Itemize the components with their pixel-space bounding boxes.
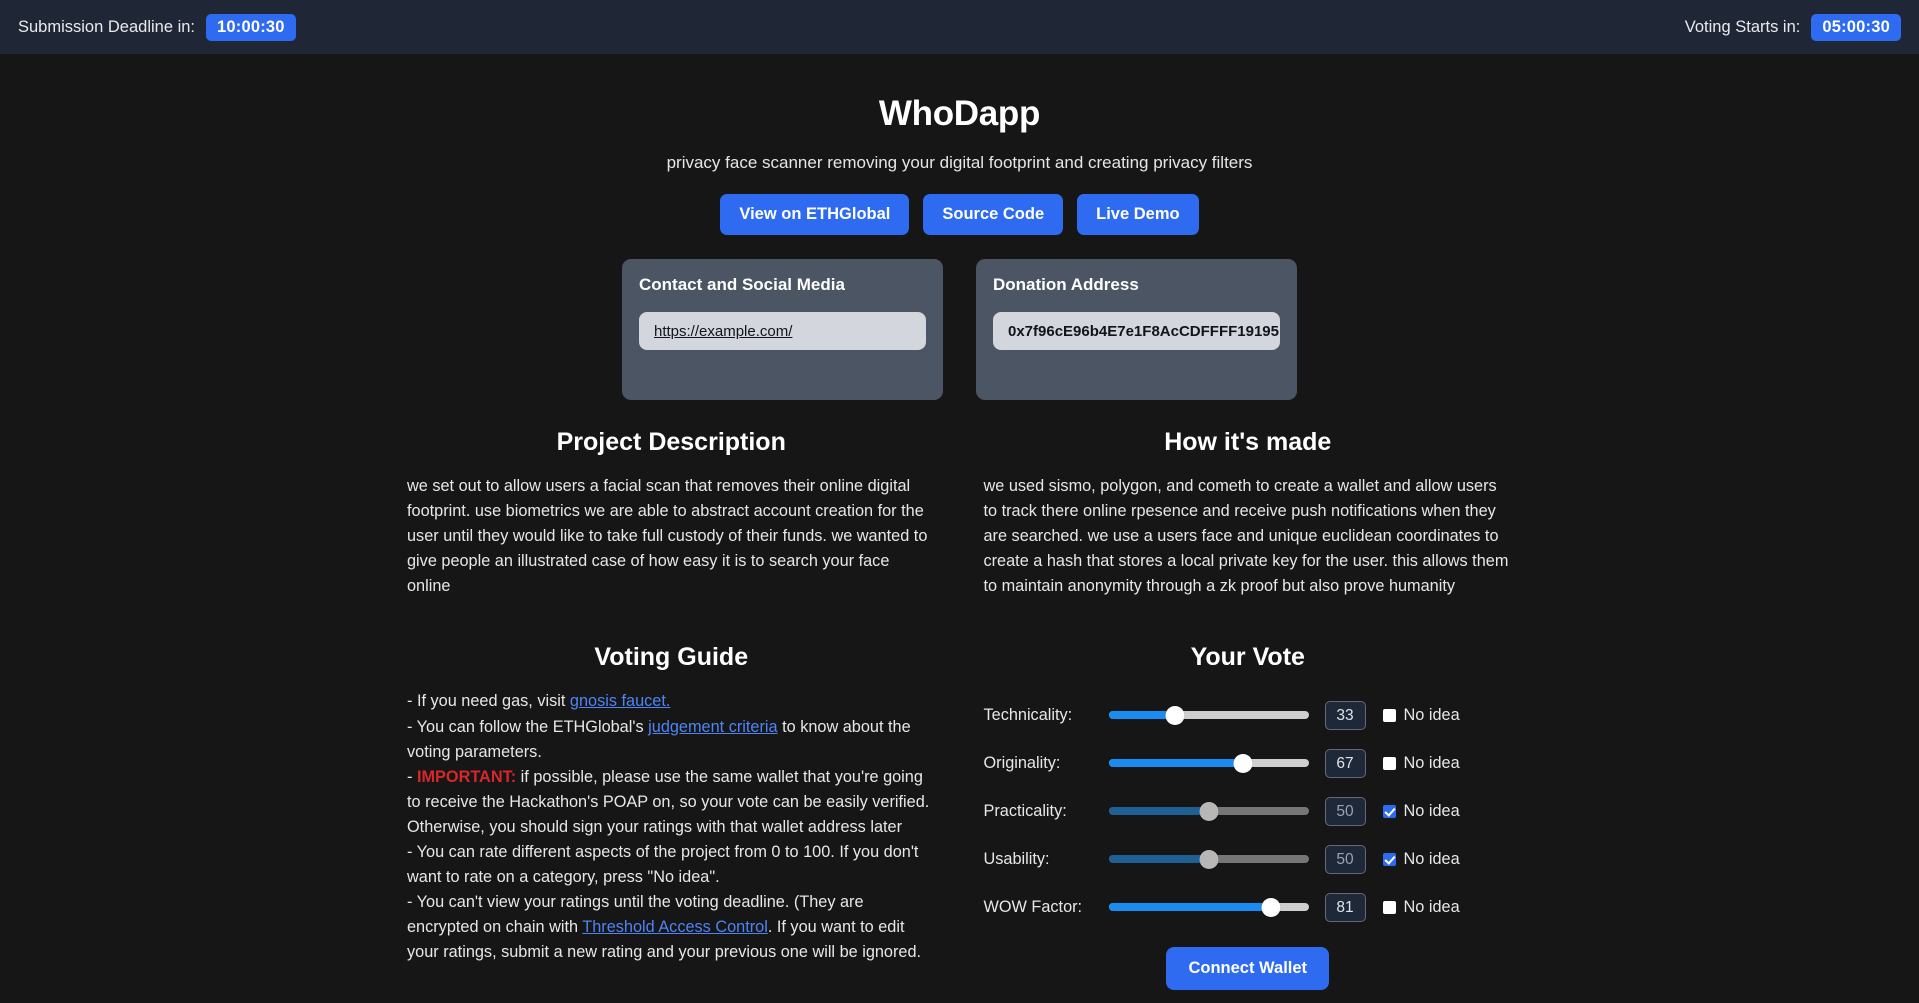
voting-guide-body: - If you need gas, visit gnosis faucet. … xyxy=(407,689,936,990)
guide-line2-pre: - You can follow the ETHGlobal's xyxy=(407,717,649,736)
voting-start-label: Voting Starts in: xyxy=(1684,17,1801,36)
donation-address-value: 0x7f96cE96b4E7e1F8AcCDFFFF19195… xyxy=(1008,322,1280,340)
vote-row: Usability: 50 No idea xyxy=(984,835,1513,883)
connect-wallet-button[interactable]: Connect Wallet xyxy=(1166,947,1330,991)
main-content: Project Description How it's made we set… xyxy=(407,400,1513,991)
slider-fill xyxy=(1108,855,1209,864)
slider-fill xyxy=(1108,759,1243,768)
how-its-made-body: we used sismo, polygon, and cometh to cr… xyxy=(983,477,1509,596)
slider-thumb[interactable] xyxy=(1199,849,1218,869)
vote-value-input[interactable]: 50 xyxy=(1324,796,1366,826)
gnosis-faucet-link[interactable]: gnosis faucet. xyxy=(570,692,670,710)
hero-button-row: View on ETHGlobal Source Code Live Demo xyxy=(0,194,1919,235)
vote-row: Technicality: 33 No idea xyxy=(984,691,1513,739)
no-idea-checkbox-group[interactable]: No idea xyxy=(1382,705,1460,725)
vote-slider-list: Technicality: 33 No idea Originality: 67 No i… xyxy=(984,691,1513,931)
no-idea-checkbox-group[interactable]: No idea xyxy=(1382,801,1460,821)
page-title: WhoDapp xyxy=(878,94,1041,133)
important-tag: IMPORTANT: xyxy=(416,767,517,786)
vote-category-label: Practicality: xyxy=(983,801,1067,820)
donation-address-field[interactable]: 0x7f96cE96b4E7e1F8AcCDFFFF19195… xyxy=(993,312,1280,350)
guide-line-gas: - If you need gas, visit gnosis faucet. xyxy=(407,689,936,714)
vote-slider[interactable] xyxy=(1108,753,1309,773)
guide-line-encryption: - You can't view your ratings until the … xyxy=(407,890,936,965)
submission-deadline-timer: 10:00:30 xyxy=(206,13,296,41)
donation-card: Donation Address 0x7f96cE96b4E7e1F8AcCDF… xyxy=(976,259,1297,400)
vote-slider[interactable] xyxy=(1108,801,1309,821)
no-idea-checkbox[interactable] xyxy=(1382,756,1396,770)
vote-value-input[interactable]: 81 xyxy=(1324,892,1366,922)
vote-value-input[interactable]: 50 xyxy=(1324,844,1366,874)
hero-section: WhoDapp privacy face scanner removing yo… xyxy=(0,54,1919,235)
guide-line1-pre: - If you need gas, visit xyxy=(407,692,570,711)
no-idea-checkbox[interactable] xyxy=(1382,804,1396,818)
no-idea-checkbox-group[interactable]: No idea xyxy=(1382,897,1460,917)
slider-thumb[interactable] xyxy=(1261,897,1280,917)
no-idea-checkbox[interactable] xyxy=(1382,708,1396,722)
guide-line3-dash: - xyxy=(407,767,417,786)
slider-fill xyxy=(1108,903,1271,912)
contact-card: Contact and Social Media https://example… xyxy=(622,259,943,400)
no-idea-checkbox[interactable] xyxy=(1382,900,1396,914)
project-description-heading: Project Description xyxy=(556,428,786,456)
source-code-button[interactable]: Source Code xyxy=(923,194,1064,235)
vote-row: Practicality: 50 No idea xyxy=(984,787,1513,835)
no-idea-label: No idea xyxy=(1403,705,1460,724)
project-description-body: we set out to allow users a facial scan … xyxy=(407,477,928,596)
slider-thumb[interactable] xyxy=(1165,705,1184,725)
voting-guide-heading: Voting Guide xyxy=(594,643,749,672)
your-vote-heading: Your Vote xyxy=(1190,643,1305,672)
vote-row: Originality: 67 No idea xyxy=(984,739,1513,787)
voting-start-group: Voting Starts in: 05:00:30 xyxy=(1684,13,1901,41)
no-idea-label: No idea xyxy=(1403,801,1460,820)
slider-thumb[interactable] xyxy=(1199,801,1218,821)
slider-thumb[interactable] xyxy=(1233,753,1252,773)
vote-slider[interactable] xyxy=(1108,849,1309,869)
live-demo-button[interactable]: Live Demo xyxy=(1077,194,1199,235)
vote-category-label: WOW Factor: xyxy=(983,897,1083,916)
no-idea-label: No idea xyxy=(1403,897,1460,916)
guide-line-important: - IMPORTANT: if possible, please use the… xyxy=(407,765,936,840)
vote-slider[interactable] xyxy=(1108,705,1309,725)
your-vote-panel: Technicality: 33 No idea Originality: 67 No i… xyxy=(984,689,1513,991)
vote-value-input[interactable]: 33 xyxy=(1324,700,1366,730)
how-its-made-heading: How it's made xyxy=(1164,428,1332,456)
slider-fill xyxy=(1108,807,1209,816)
submission-deadline-label: Submission Deadline in: xyxy=(18,17,196,36)
contact-link-field[interactable]: https://example.com/ xyxy=(639,312,926,350)
donation-card-title: Donation Address xyxy=(993,275,1139,294)
connect-wallet-row: Connect Wallet xyxy=(984,947,1513,991)
voting-start-timer: 05:00:30 xyxy=(1811,13,1901,41)
no-idea-checkbox-group[interactable]: No idea xyxy=(1382,849,1460,869)
judgement-criteria-link[interactable]: judgement criteria xyxy=(648,718,777,736)
submission-deadline-group: Submission Deadline in: 10:00:30 xyxy=(18,13,296,41)
guide-line-rating-range: - You can rate different aspects of the … xyxy=(407,843,919,887)
vote-slider[interactable] xyxy=(1108,897,1309,917)
contact-card-title: Contact and Social Media xyxy=(639,275,845,294)
info-cards-row: Contact and Social Media https://example… xyxy=(0,259,1919,400)
no-idea-label: No idea xyxy=(1403,753,1460,772)
vote-category-label: Usability: xyxy=(983,849,1050,868)
vote-category-label: Originality: xyxy=(983,753,1061,772)
no-idea-label: No idea xyxy=(1403,849,1460,868)
guide-line-criteria: - You can follow the ETHGlobal's judgeme… xyxy=(407,715,936,765)
top-status-bar: Submission Deadline in: 10:00:30 Voting … xyxy=(0,0,1919,54)
no-idea-checkbox[interactable] xyxy=(1382,852,1396,866)
no-idea-checkbox-group[interactable]: No idea xyxy=(1382,753,1460,773)
vote-category-label: Technicality: xyxy=(983,705,1073,724)
contact-link[interactable]: https://example.com/ xyxy=(654,323,792,340)
page-tagline: privacy face scanner removing your digit… xyxy=(666,153,1253,172)
view-on-ethglobal-button[interactable]: View on ETHGlobal xyxy=(720,194,910,235)
vote-value-input[interactable]: 67 xyxy=(1324,748,1366,778)
threshold-access-control-link[interactable]: Threshold Access Control xyxy=(582,918,768,936)
vote-row: WOW Factor: 81 No idea xyxy=(984,883,1513,931)
